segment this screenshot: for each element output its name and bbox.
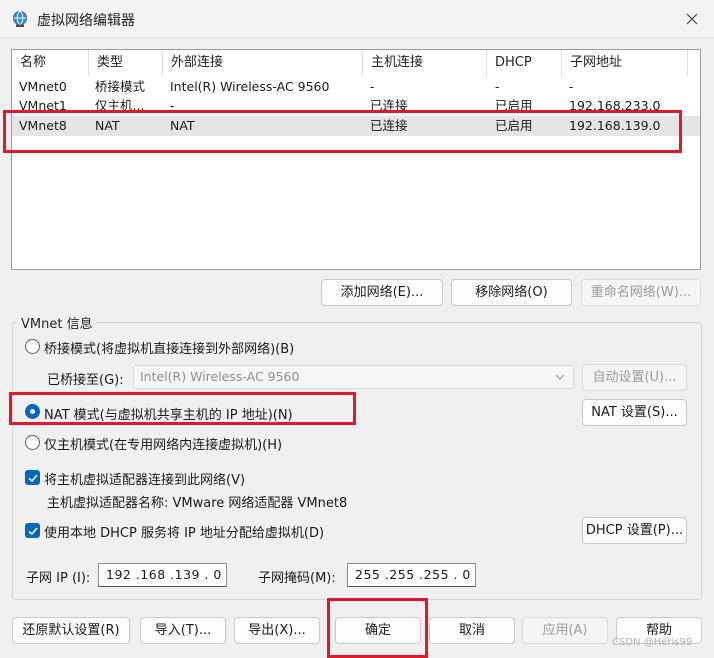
cell-name: VMnet1 [19,98,67,113]
checkmark-icon [28,527,38,536]
title-bar: 虚拟网络编辑器 [0,0,714,38]
nat-mode-label[interactable]: NAT 模式(与虚拟机共享主机的 IP 地址)(N) [44,404,293,423]
column-header-external[interactable]: 外部连接 [163,50,363,76]
nat-settings-button[interactable]: NAT 设置(S)... [582,399,687,426]
cell-dhcp: - [495,79,500,94]
bridged-to-label: 已桥接至(G): [47,373,124,388]
bridge-mode-label[interactable]: 桥接模式(将虚拟机直接连接到外部网络)(B) [44,338,294,357]
cell-type: 桥接模式 [95,79,146,94]
connect-adapter-label[interactable]: 将主机虚拟适配器连接到此网络(V) [44,469,245,488]
checkmark-icon [28,474,38,483]
network-globe-icon [13,11,27,27]
subnet-mask-label: 子网掩码(M): [258,571,336,586]
close-icon[interactable] [682,9,702,29]
column-header-subnet[interactable]: 子网地址 [562,50,688,76]
column-header-name[interactable]: 名称 [12,50,89,76]
rename-network-button[interactable]: 重命名网络(W)... [581,279,701,306]
subnet-ip-input[interactable]: 192 .168 .139 . 0 [98,563,227,587]
dhcp-settings-button[interactable]: DHCP 设置(P)... [582,517,687,544]
column-header-type[interactable]: 类型 [89,50,163,76]
add-network-button[interactable]: 添加网络(E)... [321,279,443,306]
table-row[interactable]: VMnet1 仅主机... - 已连接 已启用 192.168.233.0 [12,96,700,116]
subnet-ip-label: 子网 IP (I): [26,571,91,586]
bridge-mode-radio[interactable] [25,339,40,354]
apply-button[interactable]: 应用(A) [522,617,608,644]
cell-subnet: 192.168.139.0 [569,118,661,133]
ok-button[interactable]: 确定 [335,617,421,644]
watermark-text: CSDN @Heris99 [612,637,693,648]
export-button[interactable]: 导出(X)... [234,617,320,644]
window-title: 虚拟网络编辑器 [37,13,135,29]
cell-external: Intel(R) Wireless-AC 9560 [170,79,330,94]
cell-type: 仅主机... [95,98,145,113]
cell-external: NAT [170,118,195,133]
column-header-dhcp[interactable]: DHCP [487,50,562,76]
cancel-button[interactable]: 取消 [429,617,515,644]
list-header: 名称 类型 外部连接 主机连接 DHCP 子网地址 [12,50,700,76]
cell-external: - [170,98,175,113]
host-only-mode-radio[interactable] [25,435,40,450]
column-header-host[interactable]: 主机连接 [363,50,487,76]
cell-subnet: - [569,79,574,94]
table-row[interactable]: VMnet0 桥接模式 Intel(R) Wireless-AC 9560 - … [12,77,700,97]
import-button[interactable]: 导入(T)... [140,617,226,644]
connect-adapter-checkbox[interactable] [25,470,40,485]
cell-host: - [370,79,375,94]
cell-host: 已连接 [370,118,408,133]
bridged-to-select[interactable]: Intel(R) Wireless-AC 9560 [133,365,574,389]
subnet-mask-input[interactable]: 255 .255 .255 . 0 [347,563,476,587]
cell-dhcp: 已启用 [495,98,533,113]
cell-host: 已连接 [370,98,408,113]
vmnet-info-label: VMnet 信息 [18,313,96,332]
bridged-to-value: Intel(R) Wireless-AC 9560 [140,369,300,384]
use-dhcp-checkbox[interactable] [25,523,40,538]
cell-dhcp: 已启用 [495,118,533,133]
adapter-name-text: 主机虚拟适配器名称: VMware 网络适配器 VMnet8 [47,496,348,511]
cell-subnet: 192.168.233.0 [569,98,661,113]
restore-defaults-button[interactable]: 还原默认设置(R) [12,617,130,644]
nat-mode-radio[interactable] [25,404,40,419]
use-dhcp-label[interactable]: 使用本地 DHCP 服务将 IP 地址分配给虚拟机(D) [44,522,324,541]
remove-network-button[interactable]: 移除网络(O) [451,279,572,306]
table-row-selected[interactable]: VMnet8 NAT NAT 已连接 已启用 192.168.139.0 [12,116,700,136]
auto-settings-button[interactable]: 自动设置(U)... [582,364,687,391]
cell-name: VMnet8 [19,118,67,133]
host-only-mode-label[interactable]: 仅主机模式(在专用网络内连接虚拟机)(H) [44,434,282,453]
cell-name: VMnet0 [19,79,67,94]
chevron-down-icon [555,374,565,380]
network-list[interactable]: 名称 类型 外部连接 主机连接 DHCP 子网地址 VMnet0 桥接模式 In… [11,49,701,270]
cell-type: NAT [95,118,120,133]
